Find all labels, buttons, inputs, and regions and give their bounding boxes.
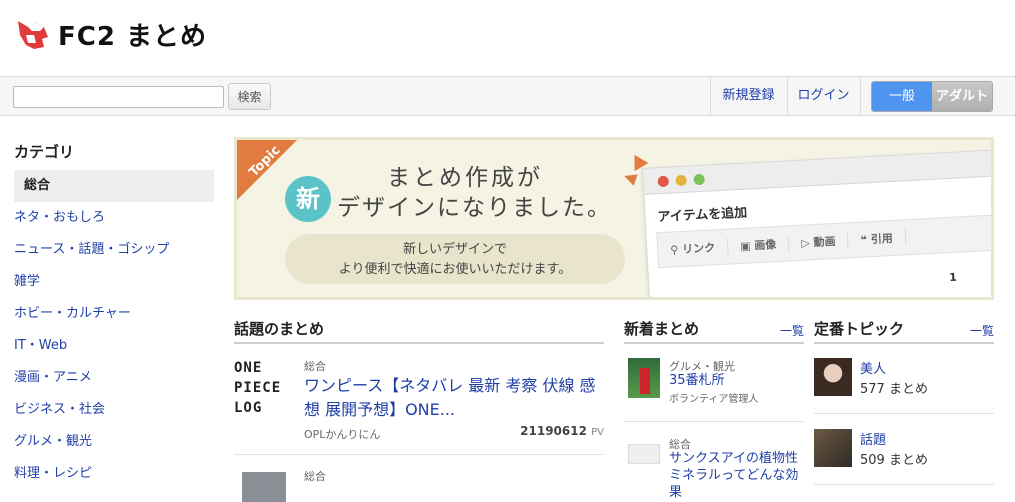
trending-item[interactable]: 総合 [234,468,604,502]
mockup-link-tool: ⚲ リンク [657,238,729,259]
topics-header: 定番トピック 一覧 [814,312,994,344]
signpost-shape [640,368,650,394]
new-matome-thumbnail [628,444,660,464]
new-matome-owner: ボランティア管理人 [669,394,759,405]
category-sidebar: カテゴリ 総合 ネタ・おもしろ ニュース・話題・ゴシップ 雑学 ホビー・カルチャ… [14,141,214,490]
trending-category: 総合 [304,360,326,373]
maximize-dot-icon [693,173,705,186]
mockup-link-label: リンク [681,241,716,256]
pageview-unit: PV [591,427,604,438]
search-input[interactable] [13,86,224,108]
divider [814,413,994,414]
mockup-image-tool: ▣ 画像 [727,235,790,255]
thumb-line: LOG [234,400,263,416]
sidebar-item-trivia[interactable]: 雑学 [14,266,214,298]
quote-icon: ❝ [860,233,868,247]
topics-title: 定番トピック [814,320,905,338]
mockup-video-label: 動画 [813,234,836,250]
spark-icon [622,170,638,186]
close-dot-icon [657,175,670,188]
new-matome-thumbnail [628,358,660,398]
banner-subtext: 新しいデザインで より便利で快適にお使いいただけます。 [285,234,625,284]
topic-thumbnail [814,358,852,396]
trending-title: 話題のまとめ [234,320,325,338]
banner-subtext-line-2: より便利で快適にお使いいただけます。 [338,262,572,277]
topic-name-link[interactable]: 話題 [860,429,886,448]
topics-more-link[interactable]: 一覧 [970,322,994,339]
topic-banner[interactable]: Topic まとめ作成が 新 デザインになりました。 新しいデザインで より便利… [234,137,994,300]
sidebar-item-news[interactable]: ニュース・話題・ゴシップ [14,234,214,266]
editor-mockup: アイテムを追加 ⚲ リンク ▣ 画像 ▷ 動画 ❝ 引用 1 [642,148,991,297]
login-link[interactable]: ログイン [787,77,860,115]
search-button[interactable]: 検索 [228,83,271,110]
image-icon: ▣ [739,239,751,253]
trending-item[interactable]: ONE PIECE LOG 総合 ワンピース【ネタバレ 最新 考察 伏線 感想 … [234,358,604,442]
pageview-count: 21190612 [520,424,587,438]
divider [234,454,604,455]
trending-header: 話題のまとめ [234,312,604,344]
new-matome-header: 新着まとめ 一覧 [624,312,804,344]
mockup-image-label: 画像 [754,238,777,253]
site-header: FC2 まとめ [0,0,1015,76]
topic-name-link[interactable]: 美人 [860,358,886,377]
trending-category: 総合 [304,470,326,483]
minimize-dot-icon [675,174,687,187]
new-matome-title: 新着まとめ [624,320,700,338]
new-matome-title-link[interactable]: サンクスアイの植物性ミネラルってどんな効果 [669,450,804,501]
sidebar-item-it-web[interactable]: IT・Web [14,330,214,362]
sidebar-item-manga[interactable]: 漫画・アニメ [14,362,214,394]
divider [860,77,861,115]
sidebar-title: カテゴリ [14,143,75,161]
trending-pageviews: 21190612 PV [520,424,604,438]
topic-count: 577 まとめ [860,382,928,397]
link-icon: ⚲ [669,243,679,257]
new-matome-more-link[interactable]: 一覧 [780,322,804,339]
logo-text: FC2 まとめ [58,22,207,52]
new-badge: 新 [285,176,331,222]
mockup-page-number: 1 [948,270,958,285]
new-matome-title-link[interactable]: 35番札所 [669,372,804,389]
thumb-line: ONE [234,360,263,376]
sidebar-item-neta[interactable]: ネタ・おもしろ [14,202,214,234]
sidebar-item-general[interactable]: 総合 [14,170,214,202]
sidebar-item-business[interactable]: ビジネス・社会 [14,394,214,426]
trending-thumbnail [242,472,286,502]
topic-item[interactable]: 話題 509 まとめ [814,429,994,473]
mockup-video-tool: ▷ 動画 [788,232,849,252]
sidebar-item-hobby[interactable]: ホビー・カルチャー [14,298,214,330]
sidebar-item-gourmet[interactable]: グルメ・観光 [14,426,214,458]
video-icon: ▷ [800,236,811,250]
banner-headline-2: デザインになりました。 [337,195,612,221]
sidebar-item-cooking[interactable]: 料理・レシピ [14,458,214,490]
one-piece-log-thumbnail: ONE PIECE LOG [234,358,294,418]
mode-general-button[interactable]: 一般 [872,82,932,111]
topic-count: 509 まとめ [860,453,928,468]
mockup-titlebar [643,149,991,195]
unicorn-logo-icon [18,20,48,49]
toolbar: 検索 新規登録 ログイン 一般 アダルト [0,76,1015,116]
register-link[interactable]: 新規登録 [710,77,787,115]
divider [624,421,804,422]
new-matome-item[interactable]: グルメ・観光 35番札所 ボランティア管理人 [624,358,804,406]
mockup-quote-tool: ❝ 引用 [848,229,907,249]
topic-label: Topic [246,142,284,181]
site-logo[interactable]: FC2 まとめ [14,16,207,53]
mode-adult-button[interactable]: アダルト [932,82,992,111]
trending-title-link[interactable]: ワンピース【ネタバレ 最新 考察 伏線 感想 展開予想】ONE... [304,374,604,422]
trending-author: OPLかんりにん [304,428,381,441]
banner-headline-1: まとめ作成が [387,165,543,191]
new-matome-item[interactable]: 総合 サンクスアイの植物性ミネラルってどんな効果 [624,436,804,500]
mockup-quote-label: 引用 [870,231,894,247]
topic-thumbnail [814,429,852,467]
mockup-add-item-title: アイテムを追加 [657,205,748,226]
mode-toggle: 一般 アダルト [871,81,993,112]
topic-item[interactable]: 美人 577 まとめ [814,358,994,402]
banner-subtext-line-1: 新しいデザインで [402,242,507,257]
thumb-line: PIECE [234,380,282,396]
